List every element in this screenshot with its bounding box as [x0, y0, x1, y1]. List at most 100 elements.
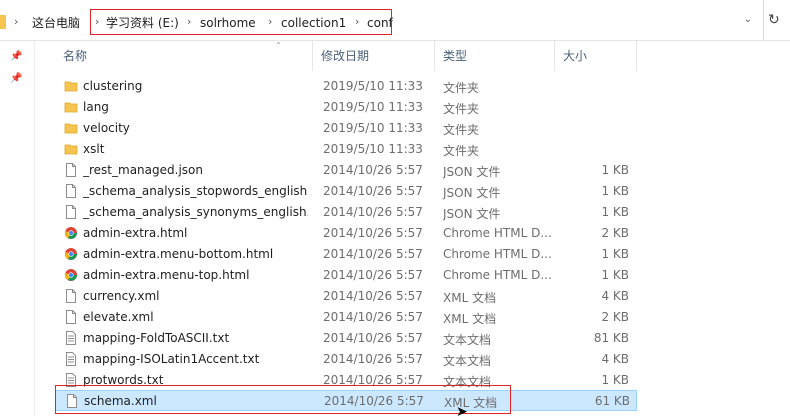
file-type: 文件夹 — [443, 102, 480, 116]
chrome-icon — [64, 247, 78, 261]
folder-icon — [64, 100, 78, 114]
file-type: JSON 文件 — [443, 207, 501, 221]
file-type: 文件夹 — [443, 123, 480, 137]
folder-icon — [0, 15, 6, 29]
file-date: 2014/10/26 5:57 — [323, 226, 423, 240]
file-name: mapping-ISOLatin1Accent.txt — [83, 352, 260, 366]
pin-icon[interactable]: 📌 — [10, 51, 22, 62]
file-name: elevate.xml — [83, 310, 154, 324]
file-date: 2014/10/26 5:57 — [323, 205, 423, 219]
file-name: xslt — [83, 142, 105, 156]
folder-icon — [64, 142, 78, 156]
file-size: 81 KB — [593, 331, 629, 345]
file-name: _rest_managed.json — [83, 163, 203, 177]
chrome-icon — [64, 268, 78, 282]
file-size: 1 KB — [601, 247, 629, 261]
file-row[interactable]: elevate.xml 2014/10/26 5:57 XML 文档 2 KB — [55, 307, 637, 328]
file-date: 2019/5/10 11:33 — [323, 142, 423, 156]
navigation-pane: 📌 📌 — [0, 41, 35, 416]
file-row[interactable]: lang 2019/5/10 11:33 文件夹 — [55, 97, 637, 118]
file-type: JSON 文件 — [443, 186, 501, 200]
file-icon — [64, 184, 78, 198]
file-name: currency.xml — [83, 289, 160, 303]
file-row[interactable]: currency.xml 2014/10/26 5:57 XML 文档 4 KB — [55, 286, 637, 307]
file-name: admin-extra.menu-top.html — [83, 268, 250, 282]
file-date: 2014/10/26 5:57 — [323, 163, 423, 177]
file-size: 2 KB — [601, 226, 629, 240]
file-date: 2019/5/10 11:33 — [323, 79, 423, 93]
file-type: XML 文档 — [443, 291, 497, 305]
file-date: 2014/10/26 5:57 — [323, 247, 423, 261]
pin-icon[interactable]: 📌 — [10, 73, 22, 84]
file-row[interactable]: mapping-FoldToASCII.txt 2014/10/26 5:57 文本… — [55, 328, 637, 349]
file-size: 4 KB — [601, 352, 629, 366]
folder-icon — [64, 79, 78, 93]
selection-highlight-box — [55, 385, 511, 414]
file-size: 1 KB — [601, 163, 629, 177]
file-type: 文件夹 — [443, 81, 480, 95]
column-size[interactable]: 大小 — [555, 41, 637, 71]
address-highlight-box — [90, 9, 392, 35]
file-name: _schema_analysis_synonyms_english.j... — [83, 205, 308, 219]
refresh-icon[interactable]: ↻ — [768, 12, 780, 28]
file-date: 2014/10/26 5:57 — [323, 352, 423, 366]
text-file-icon — [64, 331, 78, 345]
file-type: JSON 文件 — [443, 165, 501, 179]
sort-caret-icon: ⌃ — [275, 41, 282, 50]
file-row[interactable]: admin-extra.menu-top.html 2014/10/26 5:57… — [55, 265, 637, 286]
file-type: 文件夹 — [443, 144, 480, 158]
file-row[interactable]: _schema_analysis_stopwords_english.... 20… — [55, 181, 637, 202]
file-row[interactable]: xslt 2019/5/10 11:33 文件夹 — [55, 139, 637, 160]
file-type: Chrome HTML D... — [443, 247, 552, 261]
column-type[interactable]: 类型 — [435, 41, 555, 71]
file-size: 2 KB — [601, 310, 629, 324]
file-type: 文本文档 — [443, 354, 492, 368]
file-row[interactable]: _schema_analysis_synonyms_english.j... 20… — [55, 202, 637, 223]
file-row[interactable]: clustering 2019/5/10 11:33 文件夹 — [55, 76, 637, 97]
file-size: 1 KB — [601, 184, 629, 198]
folder-icon — [64, 121, 78, 135]
file-row[interactable]: velocity 2019/5/10 11:33 文件夹 — [55, 118, 637, 139]
file-name: lang — [83, 100, 109, 114]
file-row[interactable]: admin-extra.html 2014/10/26 5:57 Chrome HT… — [55, 223, 637, 244]
file-date: 2014/10/26 5:57 — [323, 268, 423, 282]
file-size: 61 KB — [594, 394, 630, 408]
file-name: _schema_analysis_stopwords_english.... — [83, 184, 308, 198]
file-icon — [64, 289, 78, 303]
file-size: 4 KB — [601, 289, 629, 303]
file-row[interactable]: admin-extra.menu-bottom.html 2014/10/26 5… — [55, 244, 637, 265]
file-size: 1 KB — [601, 205, 629, 219]
file-type: Chrome HTML D... — [443, 226, 552, 240]
file-size: 1 KB — [601, 268, 629, 282]
file-row[interactable]: _rest_managed.json 2014/10/26 5:57 JSON 文件… — [55, 160, 637, 181]
file-date: 2014/10/26 5:57 — [323, 331, 423, 345]
file-name: admin-extra.html — [83, 226, 188, 240]
file-icon — [64, 163, 78, 177]
file-icon — [64, 205, 78, 219]
mouse-cursor-icon: ➤ — [456, 404, 468, 420]
file-date: 2014/10/26 5:57 — [323, 184, 423, 198]
file-name: admin-extra.menu-bottom.html — [83, 247, 274, 261]
chrome-icon — [64, 226, 78, 240]
file-type: 文本文档 — [443, 333, 492, 347]
file-name: clustering — [83, 79, 143, 93]
file-icon — [64, 310, 78, 324]
file-date: 2014/10/26 5:57 — [323, 289, 423, 303]
file-size: 1 KB — [601, 373, 629, 387]
chevron-right-icon: › — [14, 15, 19, 28]
address-bar[interactable]: › 这台电脑 › 学习资料 (E:) › solrhome › collecti… — [0, 0, 790, 41]
file-name: mapping-FoldToASCII.txt — [83, 331, 230, 345]
column-date[interactable]: 修改日期 — [313, 41, 435, 71]
divider — [763, 0, 764, 40]
chevron-down-icon[interactable]: ⌄ — [744, 14, 752, 25]
file-date: 2019/5/10 11:33 — [323, 121, 423, 135]
text-file-icon — [64, 352, 78, 366]
file-date: 2019/5/10 11:33 — [323, 100, 423, 114]
file-name: velocity — [83, 121, 130, 135]
file-date: 2014/10/26 5:57 — [323, 310, 423, 324]
file-row[interactable]: mapping-ISOLatin1Accent.txt 2014/10/26 5:… — [55, 349, 637, 370]
file-type: Chrome HTML D... — [443, 268, 552, 282]
file-type: XML 文档 — [443, 312, 497, 326]
breadcrumb-this-pc[interactable]: 这台电脑 — [32, 16, 80, 30]
column-header: 名称 修改日期 类型 大小 — [55, 41, 637, 71]
